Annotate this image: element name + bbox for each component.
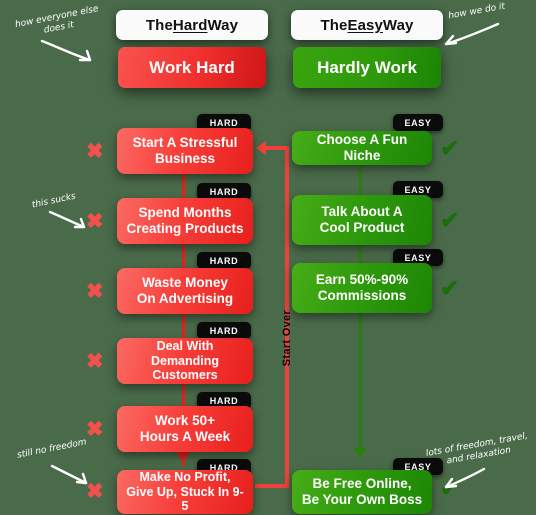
annotation-arrow-mid-left <box>48 210 86 229</box>
header-hard-suffix: Way <box>207 16 239 34</box>
connector-easy-3 <box>359 313 362 455</box>
start-over-label: Start Over <box>281 310 293 367</box>
step-hard-1[interactable]: Start A Stressful Business <box>117 128 253 174</box>
step-hard-5-label: Work 50+ Hours A Week <box>139 413 231 444</box>
step-easy-1[interactable]: Choose A Fun Niche <box>292 131 432 165</box>
header-easy-suffix: Way <box>382 16 414 34</box>
step-hard-2[interactable]: Spend Months Creating Products <box>117 198 253 244</box>
annotation-top-right: how we do it <box>447 1 506 22</box>
mark-easy-3: ✔ <box>440 275 460 301</box>
step-easy-4[interactable]: Be Free Online, Be Your Own Boss <box>292 470 432 514</box>
loop-arrow-bottom <box>255 484 289 488</box>
badge-hard-3: HARD <box>197 252 251 269</box>
step-easy-3-label: Earn 50%-90% Commissions <box>315 272 409 303</box>
step-hard-3[interactable]: Waste Money On Advertising <box>117 268 253 314</box>
step-hard-6-label: Make No Profit, Give Up, Stuck In 9-5 <box>126 469 244 514</box>
annotation-arrow-top-left <box>40 39 92 62</box>
annotation-arrow-bottom-right <box>444 467 486 489</box>
annotation-arrow-top-right <box>444 22 500 46</box>
connector-hard-1 <box>182 174 185 198</box>
connector-easy-1 <box>359 165 362 195</box>
step-hard-5[interactable]: Work 50+ Hours A Week <box>117 406 253 452</box>
hero-easy-label: Hardly Work <box>317 57 417 77</box>
step-easy-1-label: Choose A Fun Niche <box>316 132 408 163</box>
hero-hardly-work[interactable]: Hardly Work <box>293 47 441 88</box>
step-easy-3[interactable]: Earn 50%-90% Commissions <box>292 263 432 313</box>
annotation-bottom-left: still no freedom <box>16 437 88 461</box>
connector-hard-2 <box>182 244 185 268</box>
mark-hard-4: ✖ <box>86 350 104 373</box>
step-easy-2[interactable]: Talk About A Cool Product <box>292 195 432 245</box>
mark-hard-1: ✖ <box>86 140 104 163</box>
step-hard-3-label: Waste Money On Advertising <box>136 275 234 306</box>
infographic-canvas: how everyone else does it how we do it t… <box>0 0 536 515</box>
badge-hard-4: HARD <box>197 322 251 339</box>
step-hard-1-label: Start A Stressful Business <box>132 135 238 166</box>
hero-hard-label: Work Hard <box>149 57 235 77</box>
header-card-easy: The Easy Way <box>291 10 443 40</box>
connector-hard-4 <box>182 384 185 408</box>
annotation-arrow-bottom-left <box>50 464 88 485</box>
mark-easy-1: ✔ <box>440 135 460 161</box>
step-hard-6[interactable]: Make No Profit, Give Up, Stuck In 9-5 <box>117 470 253 514</box>
step-hard-4-label: Deal With Demanding Customers <box>150 338 220 383</box>
header-card-hard: The Hard Way <box>116 10 268 40</box>
header-easy-prefix: The <box>320 16 348 34</box>
header-hard-emphasis: Hard <box>172 16 208 34</box>
step-hard-4[interactable]: Deal With Demanding Customers <box>117 338 253 384</box>
step-easy-2-label: Talk About A Cool Product <box>319 204 405 235</box>
badge-easy-1: EASY <box>393 114 443 131</box>
header-hard-prefix: The <box>145 16 173 34</box>
mark-hard-3: ✖ <box>86 280 104 303</box>
header-easy-emphasis: Easy <box>347 16 383 34</box>
connector-hard-3 <box>182 314 185 338</box>
step-hard-2-label: Spend Months Creating Products <box>126 205 244 236</box>
connector-easy-arrowhead <box>353 448 367 458</box>
connector-hard-arrowhead <box>176 452 190 462</box>
step-easy-4-label: Be Free Online, Be Your Own Boss <box>301 476 423 507</box>
loop-arrow-top <box>265 146 289 150</box>
mark-easy-2: ✔ <box>440 207 460 233</box>
hero-work-hard[interactable]: Work Hard <box>118 47 266 88</box>
